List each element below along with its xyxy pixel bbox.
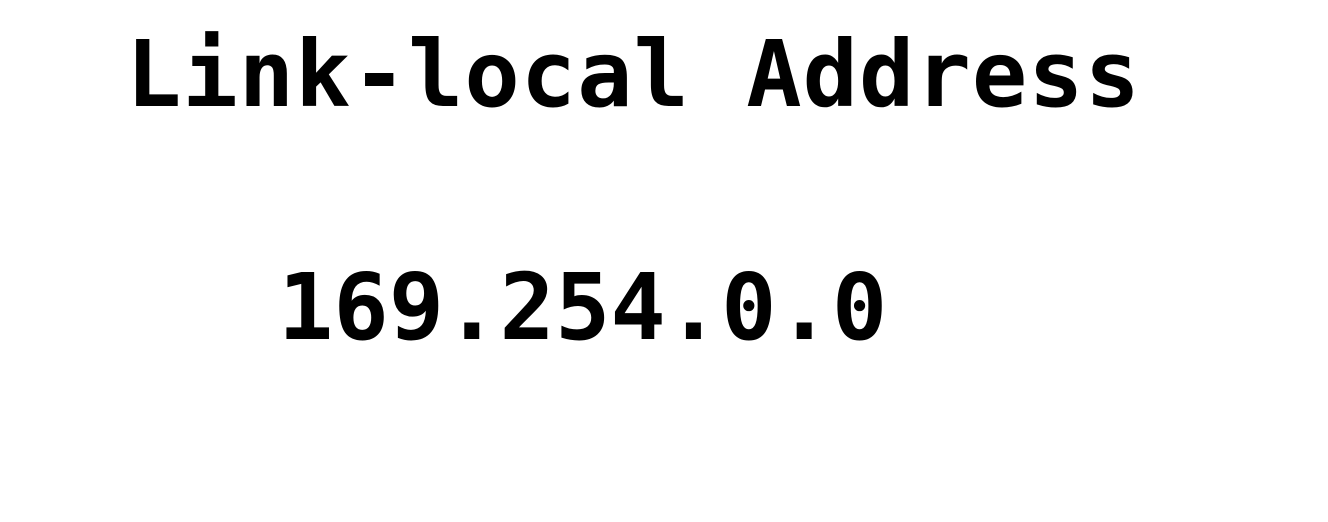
- ip-address-value: 169.254.0.0: [278, 254, 888, 361]
- page-title: Link-local Address: [126, 21, 1141, 128]
- image-canvas: Link-local Address 169.254.0.0: [0, 0, 1328, 522]
